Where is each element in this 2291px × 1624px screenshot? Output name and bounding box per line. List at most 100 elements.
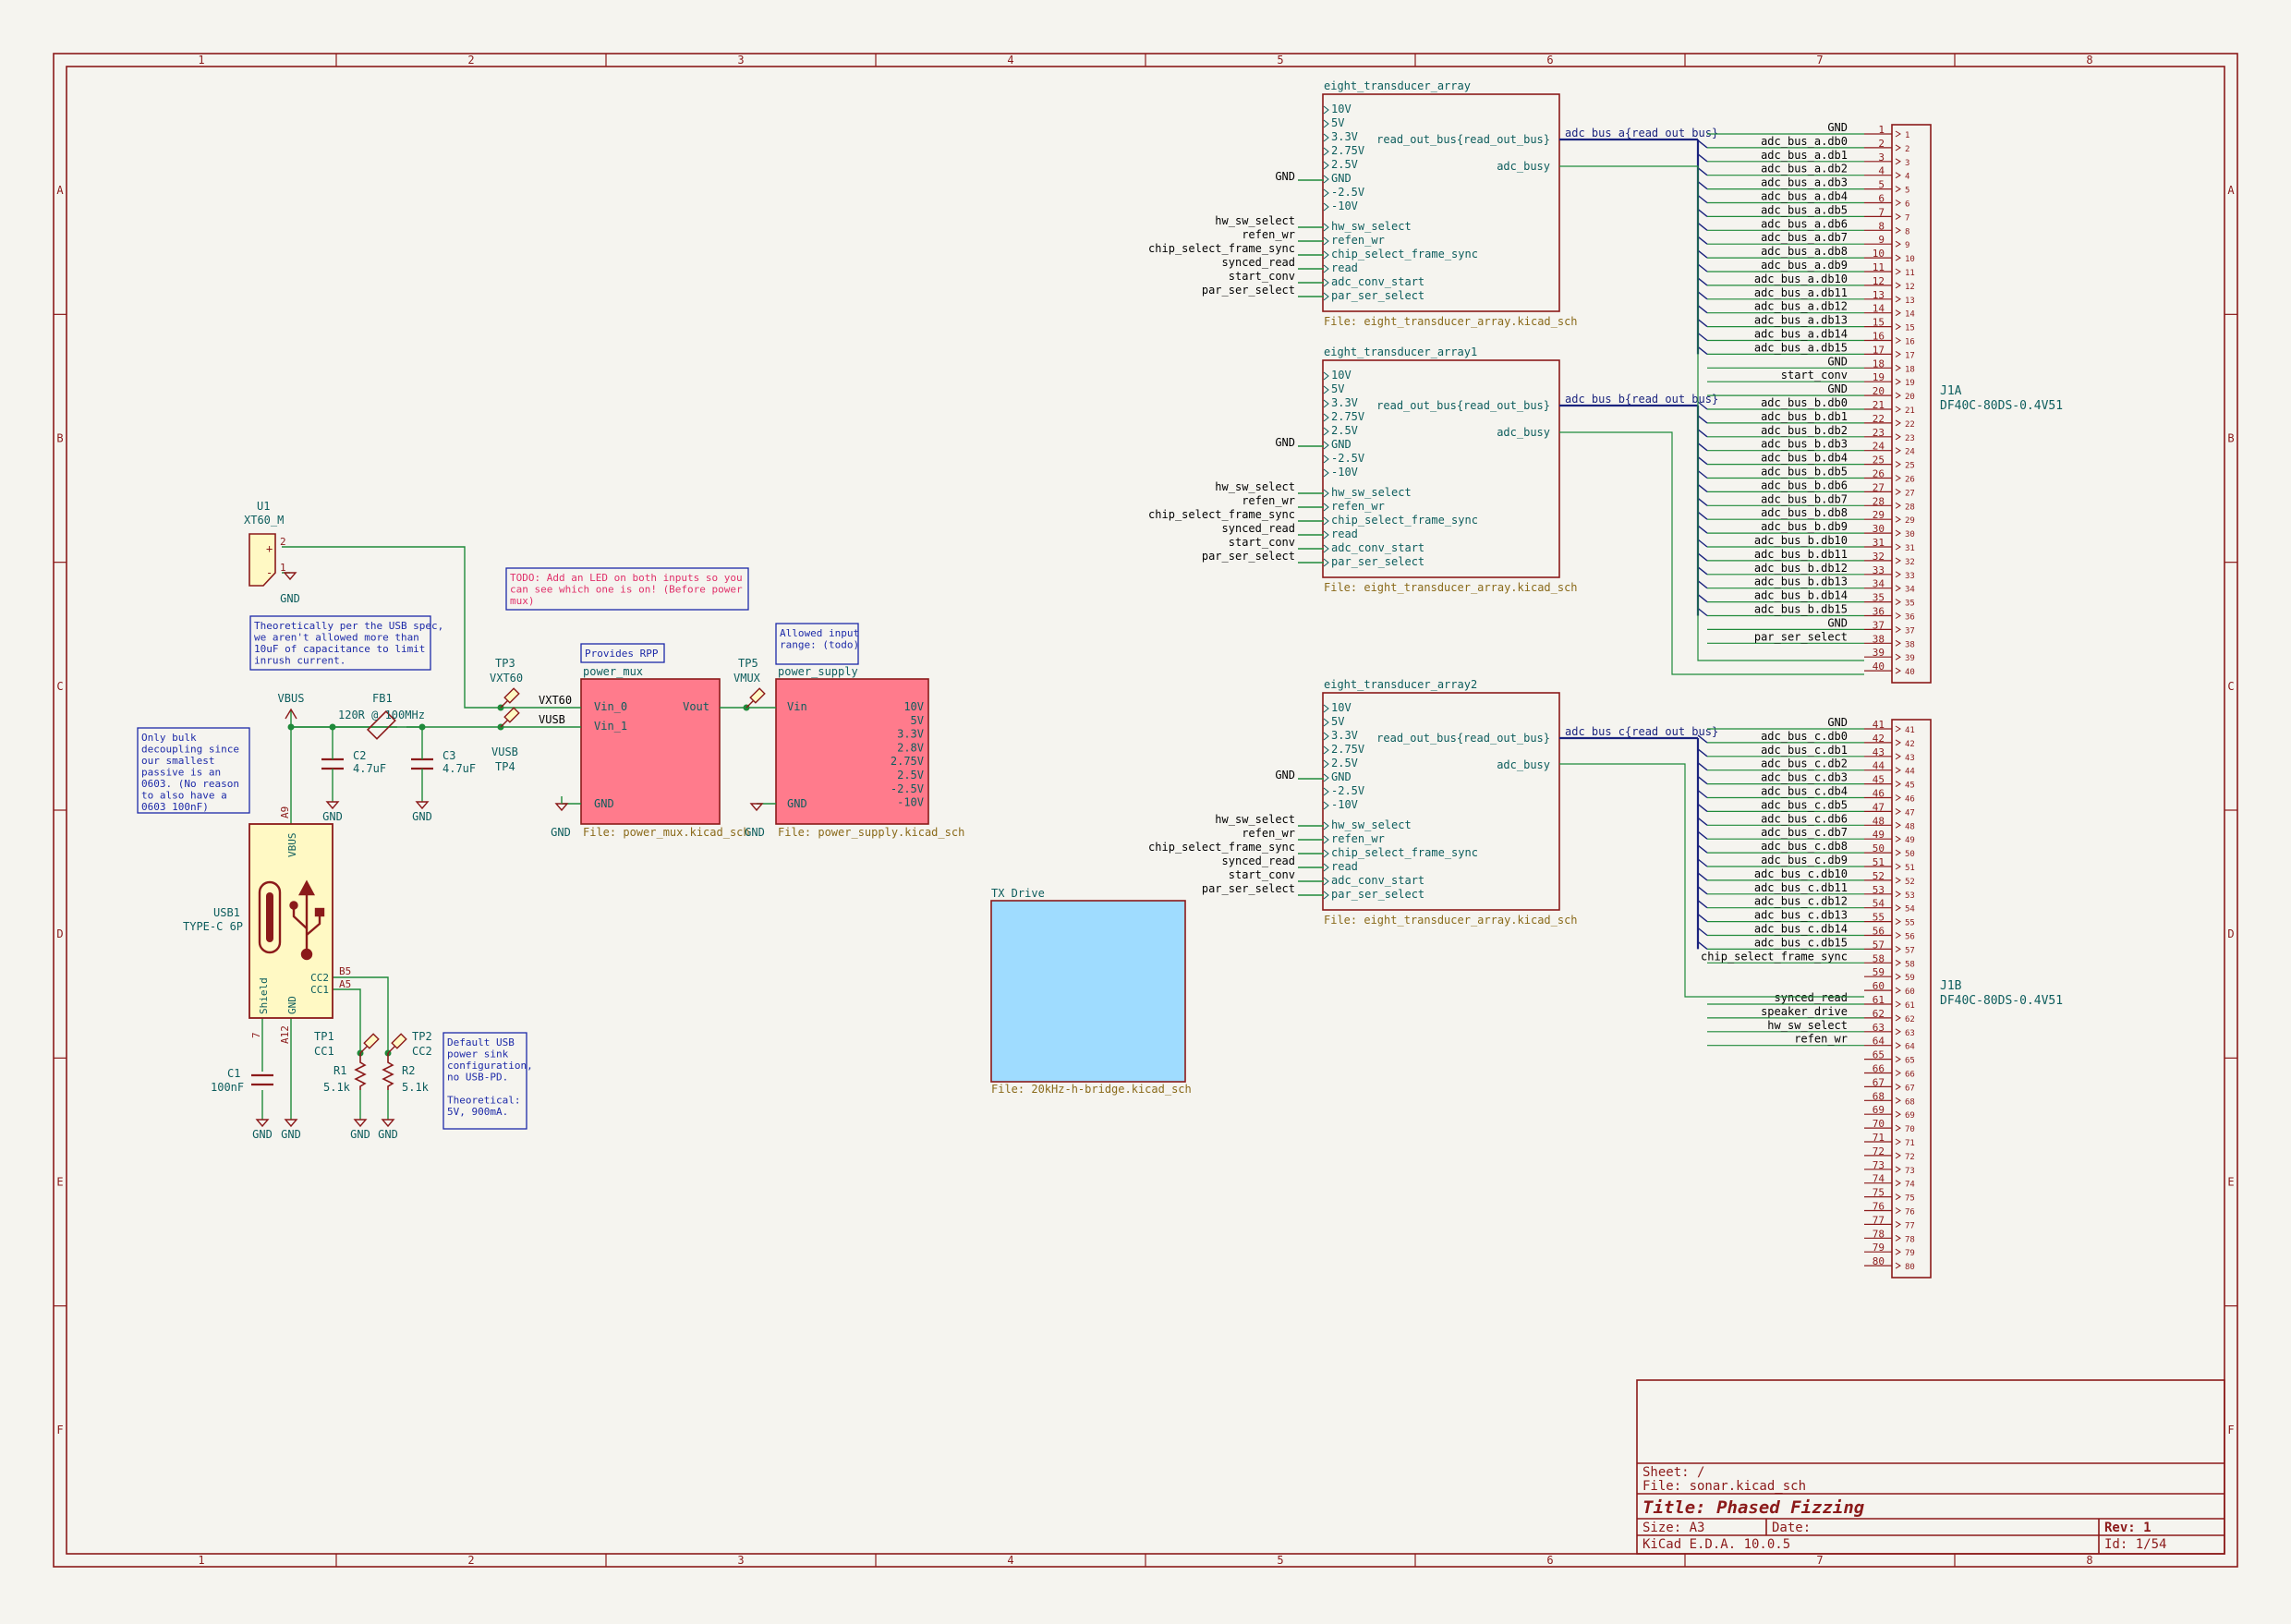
test-point[interactable]: TP3 VXT60 [490, 657, 523, 709]
power-supply-pin: 10V [903, 700, 924, 713]
connector-pin-arrow [1895, 599, 1901, 606]
test-point-value: CC1 [314, 1045, 334, 1058]
connector-pin-number-inner: 23 [1905, 434, 1915, 443]
gnd-icon [255, 1119, 270, 1128]
test-point[interactable]: TP1CC1 [314, 1030, 380, 1058]
connector-pin-number-inner: 79 [1905, 1249, 1915, 1258]
connector-ref: J1A [1940, 384, 1962, 398]
gnd-icon [554, 803, 569, 812]
connector-net-label: adc_bus_c.db10 [1754, 867, 1848, 880]
test-point[interactable]: TP4 VUSB [491, 707, 520, 773]
notes: Theoretically per the USB spec,we aren't… [137, 567, 859, 1130]
connector-net-label: adc_bus_b.db5 [1761, 466, 1848, 479]
test-point[interactable]: TP2CC2 [387, 1030, 432, 1058]
tx-drive-sheet[interactable] [990, 900, 1186, 1083]
ferrite-bead-fb1[interactable]: FB1 120R @ 100MHz [338, 692, 425, 740]
usb1-7: 7 [250, 1032, 262, 1038]
title-block-size: Size: A3 [1642, 1521, 1704, 1535]
r1-value: 5.1k [323, 1081, 351, 1094]
note-line: no USB-PD. [447, 1072, 508, 1084]
connector-net-label: adc_bus_c.db12 [1754, 895, 1848, 908]
note-line: 0603. (No reason [141, 778, 239, 790]
connector-pin-arrow [1895, 350, 1901, 358]
hier-net-label: synced_read [1222, 256, 1295, 269]
sheet-pin-icon [1323, 188, 1329, 198]
connector-pin-number: 70 [1873, 1118, 1885, 1130]
connector-net-label: adc_bus_b.db9 [1761, 520, 1848, 533]
connector-pin-number-inner: 68 [1905, 1097, 1915, 1107]
connector-net-label: adc_bus_b.db4 [1761, 452, 1848, 465]
sheet-pin-icon [1323, 385, 1329, 394]
bus-label: adc_bus_a{read_out_bus} [1565, 127, 1718, 139]
connector-pin-arrow [1895, 475, 1901, 481]
bus-entry [1697, 483, 1708, 492]
test-point-icon [363, 1033, 380, 1049]
connector-pin-number-inner: 46 [1905, 795, 1915, 805]
connector-pin-number-inner: 40 [1905, 668, 1915, 677]
sheet-pin: read_out_bus{read_out_bus} [1376, 133, 1550, 146]
note-line: 0603 100nF) [141, 801, 209, 813]
usb1-b5: B5 [339, 965, 351, 977]
test-point-icon [503, 687, 520, 704]
note-line: Default USB [447, 1036, 515, 1048]
connector-pin-arrow [1895, 1262, 1901, 1269]
sheet-pin-icon [1323, 877, 1329, 886]
connector-pin-number: 37 [1873, 619, 1885, 631]
hier-net-label: start_conv [1229, 270, 1295, 283]
connector-net-label: adc_bus_b.db14 [1754, 589, 1848, 602]
connector-pin-arrow [1895, 1152, 1901, 1159]
bus-entry [1697, 817, 1708, 826]
connector-pin-number: 44 [1873, 760, 1885, 772]
transducer-array-sheet[interactable]: eight_transducer_array File: eight_transd… [1148, 79, 1718, 328]
c1-ref: C1 [227, 1067, 240, 1080]
sheet-pin: 3.3V [1331, 396, 1358, 409]
sheet-pin: hw_sw_select [1331, 220, 1412, 233]
tx-drive-sheet-name: TX Drive [991, 887, 1045, 900]
test-point-value: VUSB [491, 745, 518, 758]
sheet-name: eight_transducer_array [1324, 79, 1471, 92]
gnd-icon [415, 801, 430, 810]
connector-net-label: GND [1827, 382, 1848, 395]
usb-c-connector-usb1[interactable]: USB1 TYPE-C 6P VBUS Shield GND CC2 CC1 A… [183, 806, 351, 1044]
transducer-array-sheet[interactable]: eight_transducer_array1 File: eight_trans… [1148, 345, 1718, 594]
usb-port-tongue [266, 892, 273, 942]
note-line: TODO: Add an LED on both inputs so you [510, 572, 743, 584]
text-note: Default USBpower sinkconfiguration,no US… [442, 1032, 533, 1130]
frame-col-label: 5 [1277, 54, 1283, 67]
transducer-array-sheet[interactable]: eight_transducer_array2 File: eight_trans… [1148, 678, 1718, 927]
connector-pin-arrow [1895, 1124, 1901, 1132]
bus-label: adc_bus_c{read_out_bus} [1565, 725, 1718, 738]
hier-net-label: par_ser_select [1202, 550, 1295, 563]
gnd-icon [381, 1119, 395, 1128]
note-line: power sink [447, 1048, 509, 1060]
connector-pin-number-inner: 10 [1905, 255, 1915, 264]
connector-net-label: adc_bus_a.db12 [1754, 300, 1848, 313]
schematic-canvas: 1122334455667788A AB BC CD DE EF F Sheet: / Fi… [53, 53, 2238, 1568]
text-note: Theoretically per the USB spec,we aren't… [249, 615, 443, 671]
xt60-connector-u1[interactable]: + - 2 1 U1 XT60_M [244, 500, 286, 587]
connector-pin-number-inner: 29 [1905, 516, 1915, 526]
sheet-name: eight_transducer_array1 [1324, 345, 1477, 358]
connector-pin-number-inner: 43 [1905, 754, 1915, 763]
usb1-a12: A12 [279, 1025, 291, 1044]
test-point-value: CC2 [412, 1045, 432, 1058]
sheet-pin: read_out_bus{read_out_bus} [1376, 732, 1550, 745]
net-label-vxt60: VXT60 [539, 694, 572, 707]
frame-row-label: F [56, 1424, 63, 1436]
connector-pin-number: 35 [1873, 592, 1885, 604]
power-supply-pin: 3.3V [897, 728, 924, 741]
note-line: to also have a [141, 790, 227, 802]
connector-pin-number: 34 [1873, 578, 1885, 590]
sheet-pin-icon [1323, 801, 1329, 810]
connector-pin-number-inner: 19 [1905, 379, 1915, 388]
sheet-pin: -2.5V [1331, 452, 1364, 465]
sheet-pin: adc_busy [1497, 426, 1550, 439]
connector-net-label: adc_bus_c.db0 [1761, 730, 1848, 743]
test-point[interactable]: TP5 VMUX [733, 657, 766, 709]
connector-pin-number-inner: 62 [1905, 1015, 1915, 1024]
connector-pin-number: 52 [1873, 870, 1885, 882]
test-point-icon [503, 707, 520, 723]
note-line: mux) [510, 595, 535, 607]
connector-pin-number: 8 [1878, 220, 1885, 232]
gnd-symbol: GND [281, 1119, 301, 1141]
